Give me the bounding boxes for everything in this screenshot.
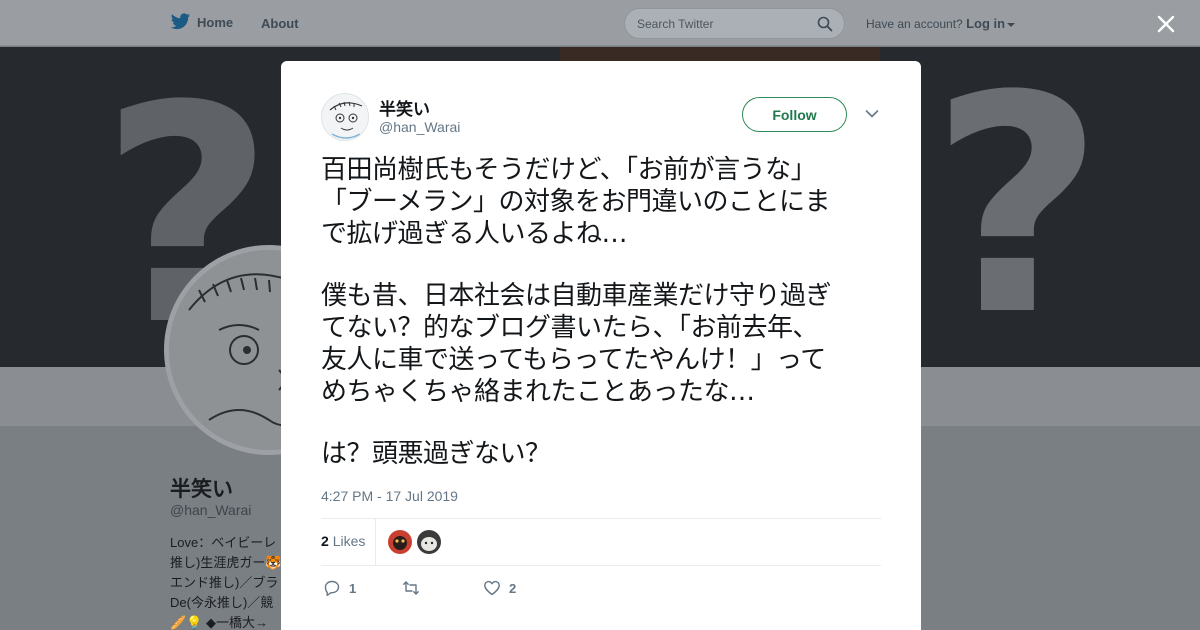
close-icon[interactable] — [1156, 14, 1176, 34]
heart-icon[interactable] — [483, 579, 501, 597]
search-input[interactable]: Search Twitter — [637, 17, 713, 31]
reply-action[interactable]: 1 — [323, 579, 356, 597]
profile-name: 半笑い — [170, 478, 233, 501]
tweet-line: めちゃくちゃ絡まれたことあったな… — [321, 377, 755, 407]
tweet-line: 「ブーメラン」の対象をお門違いのことにま — [321, 187, 830, 217]
author-avatar-drawing — [322, 94, 368, 140]
author-name[interactable]: 半笑い — [379, 95, 430, 120]
liker-avatar-image — [417, 530, 441, 554]
likes-number: 2 — [321, 533, 329, 549]
divider — [375, 519, 376, 565]
bio-line: Love：ベイビーレ — [170, 535, 277, 550]
bio-line: 推し)生涯虎ガー🐯 — [170, 555, 282, 570]
chevron-down-icon[interactable] — [865, 109, 879, 119]
bio-line: 🥖💡 ◆一橋大→ — [170, 615, 268, 630]
banner-question-mark: ? — [930, 47, 1105, 367]
twitter-bird-icon — [170, 13, 191, 30]
search-icon[interactable] — [817, 16, 833, 32]
tweet-line: は？頭悪過ぎない？ — [321, 439, 551, 469]
tweet-line: 百田尚樹氏もそうだけど、「お前が言うな」 — [321, 155, 817, 185]
tweet-line: 僕も昔、日本社会は自動車産業だけ守り過ぎ — [321, 281, 832, 311]
reply-count: 1 — [349, 580, 357, 596]
nav-about[interactable]: About — [261, 16, 299, 31]
bio-line: De(今永推し)／競 — [170, 595, 274, 610]
login-link[interactable]: Log in — [966, 16, 1005, 31]
likes-label: Likes — [332, 533, 366, 549]
like-count: 2 — [509, 580, 517, 596]
profile-bio: Love：ベイビーレ 推し)生涯虎ガー🐯 エンド推し)／ブラ De(今永推し)／… — [170, 533, 282, 630]
nav-home[interactable]: Home — [170, 13, 233, 31]
tweet-line: てない？的なブログ書いたら、「お前去年、 — [321, 313, 819, 343]
profile-handle: @han_Warai — [170, 502, 252, 518]
liker-avatar[interactable] — [417, 530, 441, 554]
divider — [321, 565, 881, 566]
liker-avatar-image — [388, 530, 412, 554]
tweet-line: で拡げ過ぎる人いるよね… — [321, 219, 628, 249]
author-handle[interactable]: @han_Warai — [379, 119, 460, 135]
tweet-line: 友人に車で送ってもらってたやんけ！」って — [321, 345, 826, 375]
likes-count[interactable]: 2 Likes — [321, 533, 365, 549]
retweet-icon[interactable] — [402, 579, 420, 597]
divider — [321, 518, 881, 519]
bio-line: エンド推し)／ブラ — [170, 575, 279, 590]
top-nav: Home About Search Twitter Have an accoun… — [0, 0, 1200, 46]
caret-down-icon[interactable] — [1007, 22, 1016, 27]
nav-home-label: Home — [197, 14, 234, 30]
account-prompt-text: Have an account? — [866, 17, 963, 31]
tweet-timestamp[interactable]: 4:27 PM - 17 Jul 2019 — [321, 488, 458, 504]
liker-avatar[interactable] — [388, 530, 412, 554]
reply-icon[interactable] — [323, 579, 341, 597]
follow-button[interactable]: Follow — [742, 97, 847, 132]
retweet-action[interactable] — [402, 579, 428, 597]
author-avatar[interactable] — [321, 93, 369, 141]
account-prompt: Have an account? Log in — [866, 16, 1016, 31]
tweet-text: 百田尚樹氏もそうだけど、「お前が言うな」 「ブーメラン」の対象をお門違いのことに… — [321, 154, 889, 470]
search-box[interactable]: Search Twitter — [624, 8, 845, 39]
tweet-modal: 半笑い @han_Warai Follow 百田尚樹氏もそうだけど、「お前が言う… — [281, 61, 921, 630]
like-action[interactable]: 2 — [483, 579, 516, 597]
